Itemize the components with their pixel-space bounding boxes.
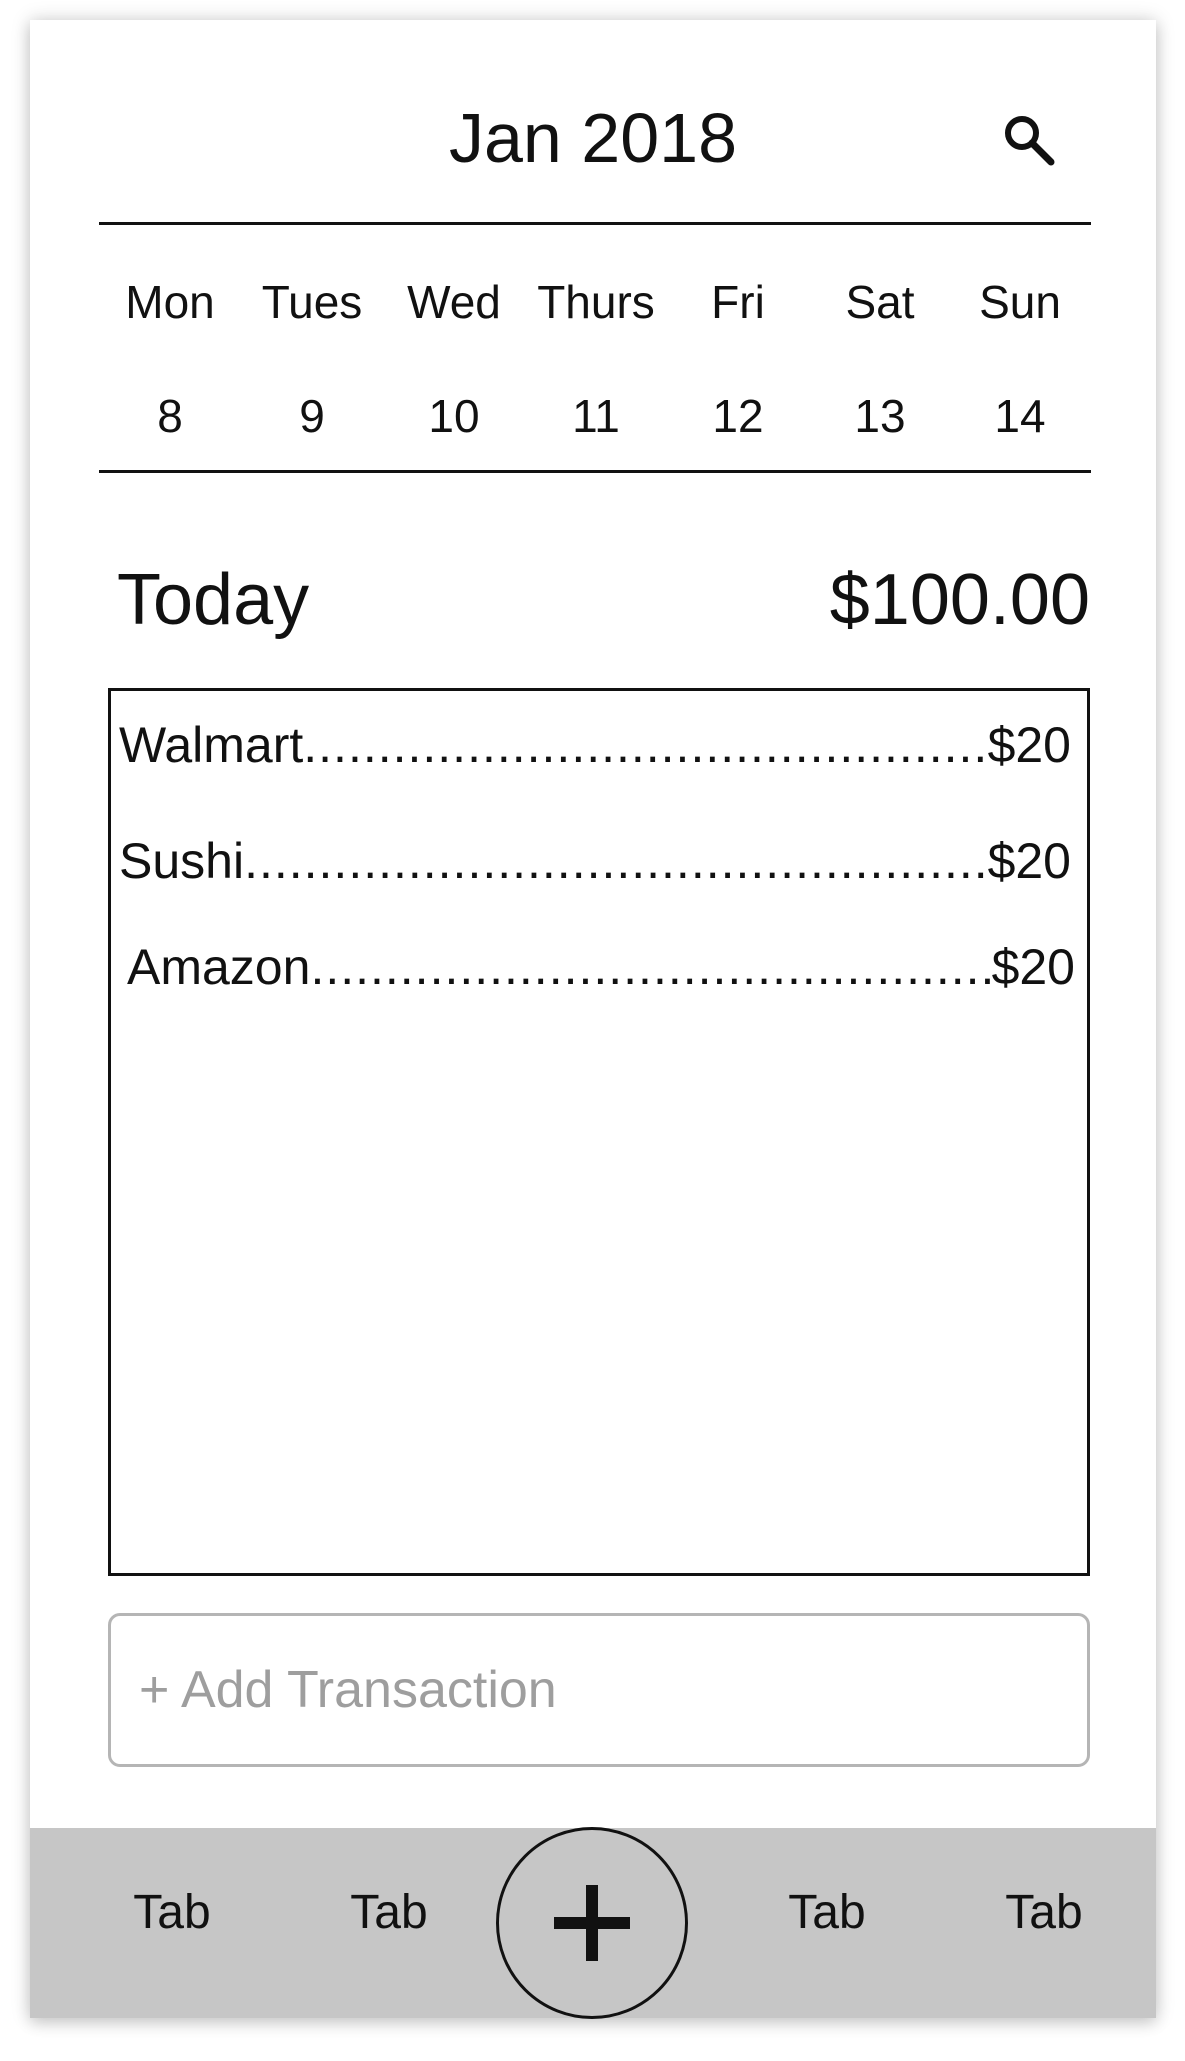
leader-dots (303, 713, 987, 777)
day-fri[interactable]: Fri 12 (667, 245, 809, 485)
day-number: 14 (994, 390, 1046, 442)
summary-label: Today (117, 560, 310, 640)
tab-2[interactable]: Tab (319, 1883, 459, 1943)
transaction-amount: $20 (987, 717, 1071, 773)
transaction-name: Sushi (119, 833, 245, 889)
week-bottom-divider (99, 470, 1091, 473)
search-button[interactable] (999, 110, 1059, 170)
add-transaction-input[interactable]: + Add Transaction (108, 1613, 1090, 1767)
tab-1[interactable]: Tab (102, 1883, 242, 1943)
week-top-divider (99, 222, 1091, 225)
day-sun[interactable]: Sun 14 (949, 245, 1091, 485)
week-strip: Mon 8 Tues 9 Wed 10 Thurs 11 Fri 12 Sat … (99, 245, 1091, 485)
day-mon[interactable]: Mon 8 (99, 245, 241, 485)
header: Jan 2018 (30, 20, 1156, 222)
app-screen: Jan 2018 Mon 8 Tues 9 Wed 10 Thurs 11 Fr… (30, 20, 1156, 2019)
day-name: Tues (261, 276, 363, 328)
day-number: 9 (299, 390, 325, 442)
transaction-amount: $20 (991, 939, 1075, 995)
transaction-row[interactable]: Amazon $20 (127, 935, 1075, 999)
day-wed[interactable]: Wed 10 (383, 245, 525, 485)
day-sat[interactable]: Sat 13 (809, 245, 951, 485)
search-icon (1005, 116, 1055, 166)
plus-icon (554, 1885, 630, 1961)
day-name: Sat (845, 276, 915, 328)
transaction-row[interactable]: Walmart $20 (119, 713, 1071, 777)
day-name: Wed (407, 276, 501, 328)
month-title[interactable]: Jan 2018 (30, 98, 1156, 178)
day-number: 12 (712, 390, 764, 442)
transaction-name: Walmart (119, 717, 304, 773)
leader-dots (244, 829, 987, 893)
day-number: 11 (572, 390, 620, 442)
add-fab-button[interactable] (496, 1827, 688, 2019)
transaction-row[interactable]: Sushi $20 (119, 829, 1071, 893)
day-number: 13 (854, 390, 906, 442)
day-number: 8 (157, 390, 183, 442)
day-number: 10 (428, 390, 480, 442)
tab-4[interactable]: Tab (974, 1883, 1114, 1943)
leader-dots (310, 935, 991, 999)
day-thurs[interactable]: Thurs 11 (525, 245, 667, 485)
day-name: Mon (125, 276, 215, 328)
day-name: Fri (711, 276, 765, 328)
day-name: Thurs (537, 276, 655, 328)
transaction-name: Amazon (127, 939, 311, 995)
summary-total: $100.00 (829, 560, 1090, 640)
transaction-list: Walmart $20 Sushi $20 Amazon $20 (108, 688, 1090, 1576)
day-tues[interactable]: Tues 9 (241, 245, 383, 485)
tab-3[interactable]: Tab (757, 1883, 897, 1943)
transaction-amount: $20 (987, 833, 1071, 889)
day-name: Sun (979, 276, 1061, 328)
